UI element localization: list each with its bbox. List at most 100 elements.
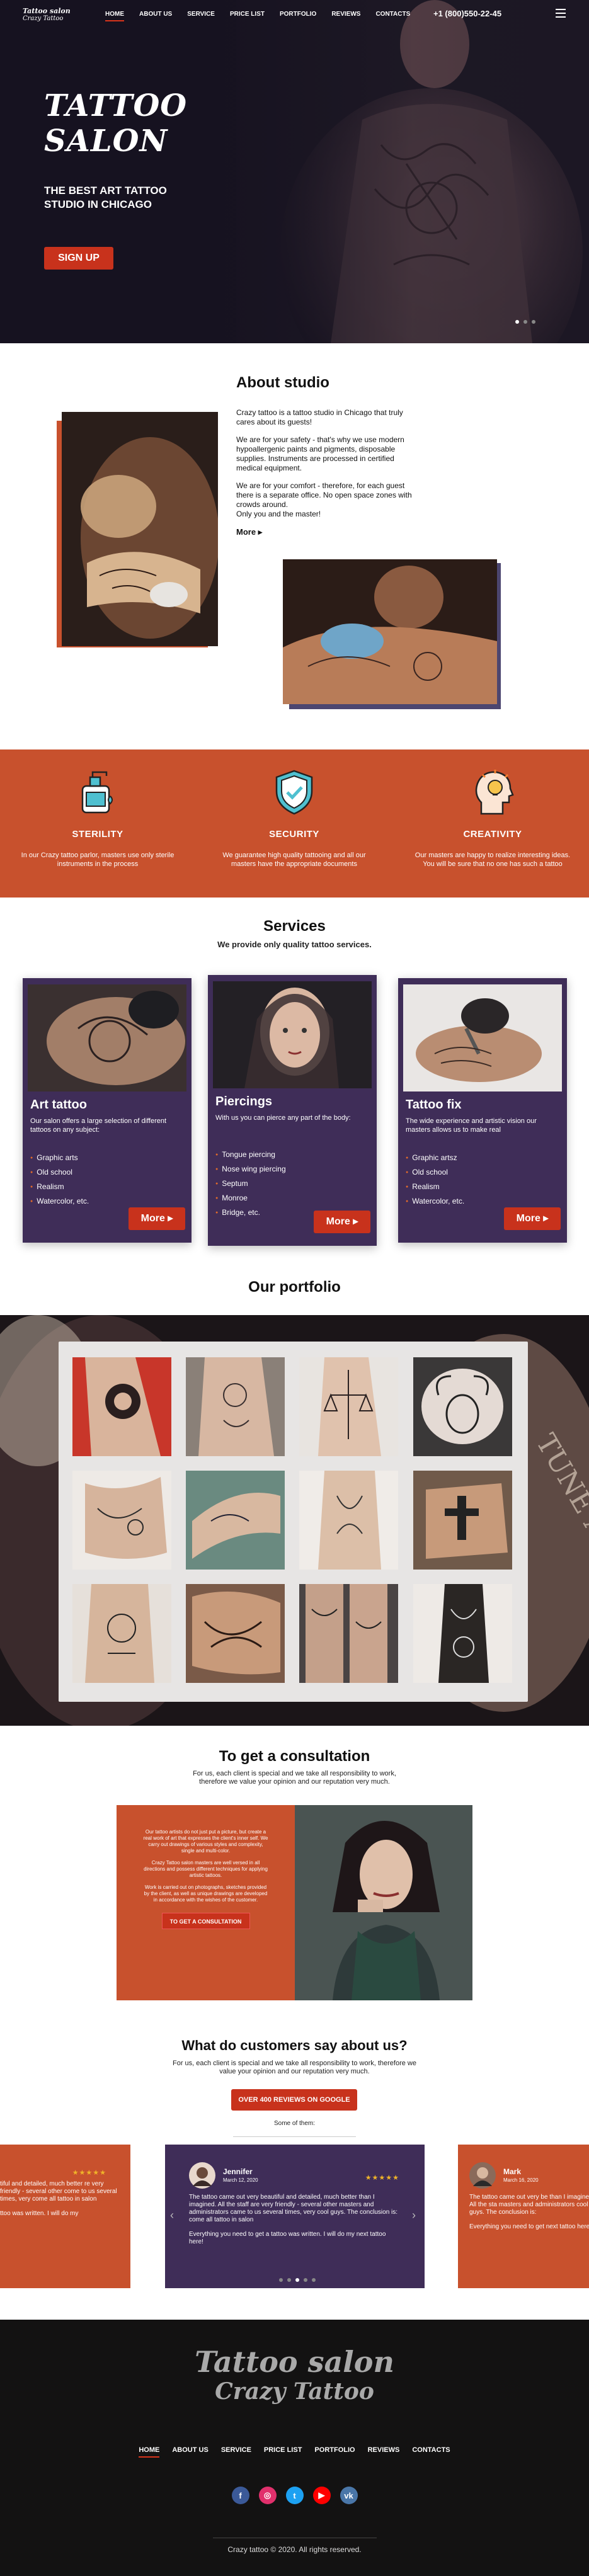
nav-about-us[interactable]: ABOUT US [132, 8, 180, 20]
review-text: ttoo was written. I will do my [0, 2210, 79, 2217]
service-more-label: More [516, 1213, 540, 1224]
nav-portfolio[interactable]: PORTFOLIO [272, 8, 324, 20]
slide-dot-2[interactable] [523, 320, 527, 324]
logo-line-1: Tattoo salon [23, 7, 71, 15]
about-title: About studio [236, 374, 329, 391]
about-paragraph-2: We are for your safety - that's why we u… [236, 435, 404, 472]
portfolio-title: Our portfolio [248, 1279, 341, 1296]
footer-nav-home[interactable]: HOME [132, 2446, 166, 2458]
feature-title: SECURITY [269, 829, 319, 840]
triangle-right-icon: ▸ [543, 1213, 549, 1224]
hero-title-line-2: SALON [44, 123, 168, 159]
about-more-label: More [236, 527, 256, 537]
nav-home[interactable]: HOME [98, 8, 132, 21]
review-dot[interactable] [312, 2278, 316, 2282]
slide-dot-3[interactable] [532, 320, 535, 324]
service-card-tattoo-fix: Tattoo fix The wide experience and artis… [398, 978, 567, 1243]
service-image-tattoo-fix [403, 984, 562, 1091]
footer-nav-portfolio[interactable]: PORTFOLIO [308, 2446, 361, 2454]
service-list-item: Old school [406, 1165, 464, 1180]
feature-title: CREATIVITY [463, 829, 522, 840]
service-image-art-tattoo [28, 984, 186, 1091]
service-list-item: Monroe [215, 1191, 286, 1205]
review-card-center: Jennifer March 12, 2020 ★★★★★ The tattoo… [165, 2145, 425, 2288]
about-more-link[interactable]: More ▸ [236, 527, 422, 537]
vk-icon[interactable]: vk [340, 2487, 358, 2504]
hero-section: Tattoo salon Crazy Tattoo HOME ABOUT US S… [0, 0, 589, 343]
top-navbar: Tattoo salon Crazy Tattoo HOME ABOUT US S… [0, 5, 589, 24]
footer-logo[interactable]: Tattoo salon Crazy Tattoo [0, 2320, 589, 2404]
portfolio-image[interactable] [299, 1357, 398, 1456]
social-links: f ◎ t ▶ vk [0, 2487, 589, 2504]
footer-nav-service[interactable]: SERVICE [215, 2446, 258, 2454]
portfolio-image[interactable] [186, 1584, 285, 1683]
review-dot[interactable] [279, 2278, 283, 2282]
about-photo-1 [62, 412, 218, 646]
google-reviews-button[interactable]: OVER 400 REVIEWS ON GOOGLE [231, 2089, 357, 2111]
service-list-item: Watercolor, etc. [30, 1194, 89, 1209]
service-title: Tattoo fix [406, 1098, 462, 1112]
feature-text: Our masters are happy to realize interes… [415, 852, 571, 868]
hero-title: TATTOO SALON [44, 88, 187, 159]
instagram-icon[interactable]: ◎ [258, 2487, 277, 2504]
portfolio-image[interactable] [413, 1357, 512, 1456]
youtube-icon[interactable]: ▶ [312, 2487, 331, 2504]
feature-text: In our Crazy tattoo parlor, masters use … [21, 852, 174, 868]
review-prev-arrow-icon[interactable]: ‹ [170, 2209, 174, 2222]
sign-up-button[interactable]: SIGN UP [44, 247, 113, 270]
reviewer-name: Mark [503, 2167, 522, 2176]
service-list: Graphic arts Old school Realism Watercol… [30, 1151, 89, 1209]
footer: Tattoo salon Crazy Tattoo HOME ABOUT US … [0, 2320, 589, 2576]
portfolio-image[interactable] [72, 1584, 171, 1683]
facebook-icon[interactable]: f [231, 2487, 249, 2504]
about-photo-2 [283, 559, 497, 704]
portfolio-gallery [59, 1342, 528, 1702]
creativity-icon [475, 770, 514, 815]
about-paragraph-1: Crazy tattoo is a tattoo studio in Chica… [236, 408, 403, 426]
review-text: The tattoo came out very beautiful and d… [189, 2194, 398, 2223]
footer-nav-about-us[interactable]: ABOUT US [166, 2446, 214, 2454]
header-logo[interactable]: Tattoo salon Crazy Tattoo [23, 8, 71, 23]
review-dot[interactable] [304, 2278, 307, 2282]
portfolio-image[interactable] [186, 1471, 285, 1570]
portfolio-image[interactable] [72, 1357, 171, 1456]
review-dot[interactable] [295, 2278, 299, 2282]
twitter-icon[interactable]: t [285, 2487, 304, 2504]
service-list-item: Graphic arts [30, 1151, 89, 1165]
portfolio-image[interactable] [186, 1357, 285, 1456]
consultation-box: Our tattoo artists do not just put a pic… [117, 1805, 472, 2000]
footer-nav-contacts[interactable]: CONTACTS [406, 2446, 456, 2454]
nav-contacts[interactable]: CONTACTS [368, 8, 418, 20]
get-consultation-button[interactable]: TO GET A CONSULTATION [161, 1913, 250, 1929]
triangle-right-icon: ▸ [258, 527, 263, 537]
review-dot[interactable] [287, 2278, 291, 2282]
slide-dot-1[interactable] [515, 320, 519, 324]
nav-service[interactable]: SERVICE [180, 8, 222, 20]
nav-price-list[interactable]: PRICE LIST [222, 8, 272, 20]
review-card-right: Mark March 16, 2020 The tattoo came out … [458, 2145, 589, 2288]
phone-number[interactable]: +1 (800)550-22-45 [433, 9, 501, 18]
hamburger-menu-icon[interactable] [556, 9, 566, 18]
service-more-button[interactable]: More ▸ [504, 1207, 561, 1230]
footer-nav-reviews[interactable]: REVIEWS [362, 2446, 406, 2454]
security-icon [275, 770, 313, 815]
portfolio-image[interactable] [413, 1584, 512, 1683]
nav-reviews[interactable]: REVIEWS [324, 8, 368, 20]
review-next-arrow-icon[interactable]: › [412, 2209, 416, 2222]
consultation-paragraph-2: Crazy Tattoo salon masters are well vers… [144, 1860, 268, 1878]
portfolio-image[interactable] [72, 1471, 171, 1570]
service-list: Graphic artsz Old school Realism Waterco… [406, 1151, 464, 1209]
feature-sterility: STERILITY In our Crazy tattoo parlor, ma… [16, 749, 180, 869]
portfolio-image[interactable] [299, 1584, 398, 1683]
portfolio-image[interactable] [299, 1471, 398, 1570]
reviews-subtitle: For us, each client is special and we ta… [172, 2060, 416, 2075]
footer-nav-price-list[interactable]: PRICE LIST [258, 2446, 309, 2454]
service-more-button[interactable]: More ▸ [129, 1207, 185, 1230]
service-more-label: More [140, 1213, 165, 1224]
service-more-button[interactable]: More ▸ [314, 1211, 370, 1233]
review-date: March 12, 2020 [223, 2177, 258, 2183]
about-paragraph-3: We are for your comfort - therefore, for… [236, 481, 412, 509]
service-desc: Our salon offers a large selection of di… [30, 1117, 167, 1134]
portfolio-image[interactable] [413, 1471, 512, 1570]
footer-logo-line-2: Crazy Tattoo [215, 2378, 374, 2405]
